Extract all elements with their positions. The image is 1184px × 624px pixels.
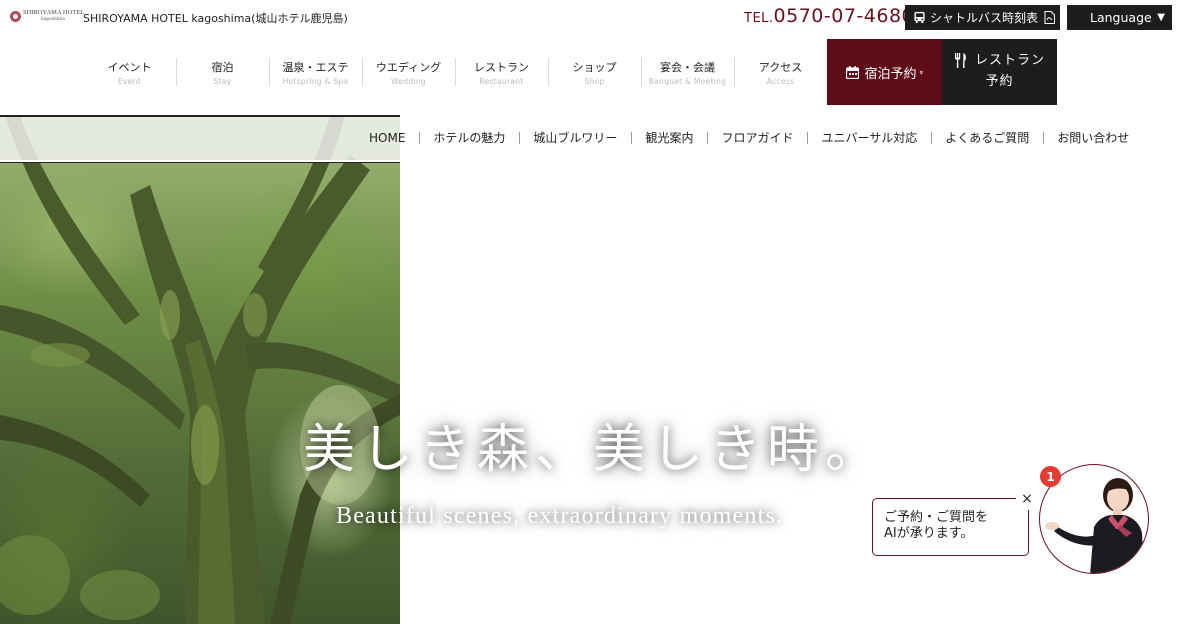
- nav-item-hotspring-spa[interactable]: 温泉・エステ Hotspring & Spa: [269, 55, 362, 89]
- shuttle-label: シャトルバス時刻表: [930, 11, 1039, 25]
- hero-title-jp: 美しき森、美しき時。: [303, 420, 884, 480]
- site-title: SHIROYAMA HOTEL kagoshima(城山ホテル鹿児島): [83, 12, 348, 25]
- chat-line-1: ご予約・ご質問を: [884, 510, 989, 525]
- pdf-icon: [1044, 11, 1056, 24]
- stay-reservation-button[interactable]: 宿泊予約 »: [827, 39, 942, 105]
- forest-tree-illustration: [0, 115, 400, 624]
- sub-nav: HOME ホテルの魅力 城山ブルワリー 観光案内 フロアガイド ユニバーサル対応…: [355, 128, 1143, 148]
- stay-reservation-label: 宿泊予約: [864, 66, 917, 82]
- close-icon[interactable]: ×: [1016, 488, 1038, 510]
- subnav-backdrop: [0, 115, 400, 163]
- fork-knife-icon: [955, 53, 966, 68]
- tel-prefix: TEL.: [744, 11, 774, 26]
- subnav-item-faq[interactable]: よくあるご質問: [931, 128, 1043, 148]
- language-label: Language: [1090, 10, 1152, 25]
- main-nav: イベント Event 宿泊 Stay 温泉・エステ Hotspring & Sp…: [83, 55, 827, 89]
- nav-item-stay[interactable]: 宿泊 Stay: [176, 55, 269, 89]
- caret-down-icon: ▼: [1157, 12, 1165, 23]
- subnav-item-contact[interactable]: お問い合わせ: [1043, 128, 1143, 148]
- subnav-item-universal[interactable]: ユニバーサル対応: [807, 128, 931, 148]
- language-select[interactable]: Language ▼: [1067, 5, 1172, 30]
- bus-icon: [914, 11, 925, 24]
- notification-badge: 1: [1040, 466, 1061, 487]
- phone-number[interactable]: TEL.0570-07-4680: [744, 5, 914, 27]
- restaurant-reservation-line1: レストラン: [975, 53, 1046, 68]
- subnav-item-brewery[interactable]: 城山ブルワリー: [519, 128, 631, 148]
- double-chevron-down-icon: »: [916, 69, 926, 75]
- nav-item-wedding[interactable]: ウエディング Wedding: [362, 55, 455, 89]
- hotel-logo[interactable]: SHIROYAMA HOTEL kagoshima: [10, 9, 84, 22]
- logo-mark-icon: [10, 10, 21, 22]
- chat-line-2: AIが承ります。: [884, 526, 974, 541]
- subnav-item-floor-guide[interactable]: フロアガイド: [707, 128, 807, 148]
- shuttle-bus-timetable-button[interactable]: シャトルバス時刻表: [905, 5, 1060, 30]
- ai-chat-bubble[interactable]: ご予約・ご質問を AIが承ります。: [872, 498, 1029, 556]
- restaurant-reservation-button[interactable]: レストラン 予約: [942, 39, 1057, 105]
- hero-forest-image: [0, 115, 400, 624]
- subnav-item-hotel-charm[interactable]: ホテルの魅力: [419, 128, 519, 148]
- tel-number: 0570-07-4680: [773, 5, 915, 27]
- nav-item-restaurant[interactable]: レストラン Restaurant: [455, 55, 548, 89]
- restaurant-reservation-line2: 予約: [985, 74, 1014, 89]
- logo-sub-text: kagoshima: [41, 16, 65, 22]
- nav-item-access[interactable]: アクセス Access: [734, 55, 827, 89]
- top-bar: SHIROYAMA HOTEL kagoshima SHIROYAMA HOTE…: [0, 0, 1184, 36]
- calendar-icon: [845, 65, 859, 79]
- hero-title-en: Beautiful scenes, extraordinary moments.: [336, 503, 784, 529]
- subnav-item-sightseeing[interactable]: 観光案内: [631, 128, 707, 148]
- nav-item-shop[interactable]: ショップ Shop: [548, 55, 641, 89]
- nav-item-event[interactable]: イベント Event: [83, 55, 176, 89]
- subnav-item-home[interactable]: HOME: [355, 128, 419, 148]
- nav-item-banquet-meeting[interactable]: 宴会・会議 Banquet & Meeting: [641, 55, 734, 89]
